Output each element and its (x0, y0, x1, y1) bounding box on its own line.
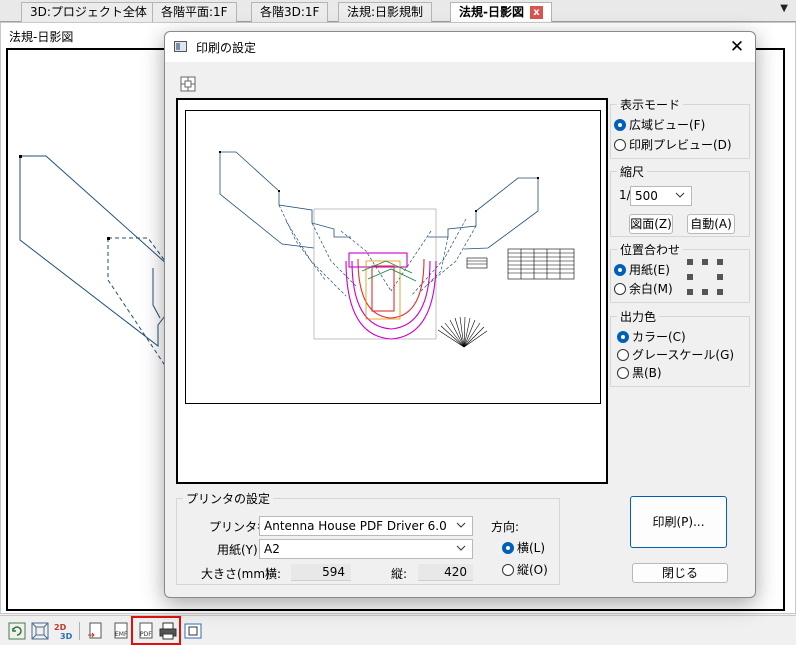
output-color-group: 出力色 カラー(C) グレースケール(G) 黒(B) (610, 308, 750, 387)
svg-text:EMF: EMF (115, 631, 128, 638)
export-emf-icon[interactable]: EMF (110, 621, 130, 641)
radio-label: 縦(O) (517, 563, 548, 577)
scale-prefix: 1/ (619, 188, 631, 202)
close-button[interactable]: 閉じる (632, 563, 728, 583)
tab-floor-3d[interactable]: 各階3D:1F (251, 2, 329, 22)
scale-label: 縮尺 (617, 163, 648, 180)
scale-group: 縮尺 1/ 500 図面(Z) 自動(A) (610, 163, 750, 237)
radio-wide-view[interactable]: 広域ビュー(F) (614, 117, 705, 133)
tab-list-dropdown-icon[interactable]: ▼ (780, 3, 788, 14)
radio-label: カラー(C) (632, 330, 686, 344)
bottom-toolbar: 2D 3D EMF PDF (0, 615, 796, 645)
document-title: 法規-日影図 (9, 30, 74, 44)
dialog-app-icon (174, 41, 187, 52)
printer-settings-group: プリンタの設定 プリンタ名 Antenna House PDF Driver 6… (176, 490, 560, 585)
display-mode-group: 表示モード 広域ビュー(F) 印刷プレビュー(D) (610, 96, 750, 159)
orientation-label: 方向: (491, 520, 520, 534)
print-settings-dialog: 印刷の設定 ✕ 表示モード 広域ビュー(F) 印刷プレビュー(D) 縮尺 1/ … (164, 31, 756, 598)
radio-dot (614, 283, 626, 295)
dialog-titlebar: 印刷の設定 ✕ (165, 32, 755, 62)
radio-label: 余白(M) (629, 282, 673, 296)
radio-align-paper[interactable]: 用紙(E) (614, 262, 670, 278)
shadow-diagram-preview (219, 151, 575, 348)
tab-label: 3D:プロジェクト全体 (30, 5, 147, 19)
print-button[interactable]: 印刷(P)... (630, 496, 727, 548)
tab-label: 各階平面:1F (161, 5, 228, 19)
radio-portrait[interactable]: 縦(O) (502, 562, 548, 578)
radio-dot (502, 542, 514, 554)
radio-label: 黒(B) (632, 366, 662, 380)
radio-label: 横(L) (517, 541, 546, 555)
highlight-box (131, 616, 181, 645)
alignment-group: 位置合わせ 用紙(E) 余白(M) (610, 241, 750, 303)
radio-dot (614, 264, 626, 276)
fit-view-icon[interactable] (30, 621, 50, 641)
radio-color[interactable]: カラー(C) (617, 329, 686, 345)
export-icon[interactable] (86, 621, 106, 641)
radio-label: 広域ビュー(F) (629, 118, 706, 132)
width-value: 594 (291, 564, 351, 581)
tab-label: 各階3D:1F (260, 5, 320, 19)
tab-label: 法規-日影図 (459, 5, 524, 19)
radio-grayscale[interactable]: グレースケール(G) (617, 347, 734, 363)
radio-dot (617, 331, 629, 343)
size-label: 大きさ(mm) (201, 567, 270, 581)
refresh-icon[interactable] (7, 621, 27, 641)
radio-dot (617, 367, 629, 379)
svg-text:2D: 2D (54, 623, 67, 632)
chevron-down-icon (456, 545, 466, 551)
print-preview-icon[interactable] (183, 621, 203, 641)
radio-dot (614, 139, 626, 151)
radio-align-margin[interactable]: 余白(M) (614, 281, 673, 297)
radio-print-preview[interactable]: 印刷プレビュー(D) (614, 137, 732, 153)
tab-label: 法規:日影規制 (347, 5, 424, 19)
chevron-down-icon (456, 522, 466, 528)
tab-bar: 3D:プロジェクト全体 各階平面:1F 各階3D:1F 法規:日影規制 法規-日… (0, 0, 796, 23)
alignment-position-icon[interactable] (687, 259, 723, 295)
radio-landscape[interactable]: 横(L) (502, 540, 545, 556)
drawing-scale-button[interactable]: 図面(Z) (629, 214, 673, 234)
radio-dot (614, 119, 626, 131)
tab-shadow-regulation[interactable]: 法規:日影規制 (338, 2, 433, 22)
width-label: 横: (265, 567, 282, 581)
tab-shadow-diagram[interactable]: 法規-日影図 x (450, 2, 552, 23)
auto-scale-button[interactable]: 自動(A) (687, 214, 735, 234)
height-value: 420 (418, 564, 473, 581)
scale-select[interactable]: 500 (630, 186, 692, 206)
tab-3d-project[interactable]: 3D:プロジェクト全体 (21, 2, 156, 22)
preview-paper (185, 110, 601, 404)
radio-dot (617, 349, 629, 361)
chevron-down-icon (675, 192, 685, 198)
close-icon[interactable]: x (529, 6, 543, 19)
printer-name-value: Antenna House PDF Driver 6.0 (264, 519, 447, 533)
radio-black[interactable]: 黒(B) (617, 365, 662, 381)
2d-3d-toggle-icon[interactable]: 2D 3D (53, 621, 73, 641)
fit-to-page-icon[interactable] (180, 76, 196, 92)
radio-label: 印刷プレビュー(D) (629, 138, 732, 152)
paper-value: A2 (264, 542, 280, 556)
tab-floor-plan[interactable]: 各階平面:1F (152, 2, 237, 22)
radio-label: 用紙(E) (629, 263, 670, 277)
print-preview-area[interactable] (176, 98, 608, 484)
scale-value: 500 (635, 189, 658, 203)
alignment-label: 位置合わせ (617, 241, 684, 258)
paper-label: 用紙(Y) (217, 543, 258, 557)
output-color-label: 出力色 (617, 308, 660, 325)
display-mode-label: 表示モード (617, 96, 684, 113)
radio-dot (502, 564, 514, 576)
radio-label: グレースケール(G) (632, 348, 735, 362)
dialog-title: 印刷の設定 (196, 41, 257, 55)
paper-select[interactable]: A2 (259, 539, 473, 559)
height-label: 縦: (391, 567, 408, 581)
printer-settings-label: プリンタの設定 (183, 490, 274, 507)
svg-text:3D: 3D (60, 632, 73, 641)
close-icon[interactable]: ✕ (725, 35, 749, 59)
printer-name-select[interactable]: Antenna House PDF Driver 6.0 (259, 516, 473, 536)
